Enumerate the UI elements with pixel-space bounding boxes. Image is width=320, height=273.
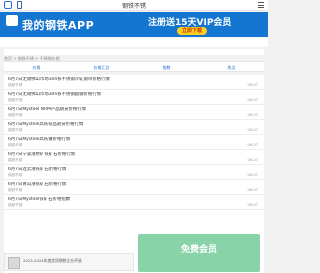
article-source: 钢铁不锈 <box>8 83 23 87</box>
tab-price-summary[interactable]: 价格汇总 <box>69 62 134 71</box>
article-source: 钢铁不锈 <box>8 173 23 177</box>
article-date: 06-07 <box>247 128 258 132</box>
tab-index[interactable]: 指数 <box>134 62 199 71</box>
list-item[interactable]: 6月7日青岛港铁矿石价格行情 钢铁不锈 06-07 <box>4 180 264 195</box>
article-source: 钢铁不锈 <box>8 158 23 162</box>
article-source: 钢铁不锈 <box>8 203 23 207</box>
article-source: 钢铁不锈 <box>8 188 23 192</box>
article-source: 钢铁不锈 <box>8 128 23 132</box>
watermark-text: 免费会员 <box>180 245 217 255</box>
article-date: 06-07 <box>247 158 258 162</box>
list-item[interactable]: 6月7日Mysteel高铁铁品期货价格行情 钢铁不锈 06-07 <box>4 120 264 135</box>
article-source: 钢铁不锈 <box>8 143 23 147</box>
banner-app-name: 我的钢铁APP <box>22 19 95 32</box>
ad-banner[interactable]: 2023-2024年度优质钢铁企业评选 <box>4 253 134 271</box>
list-item[interactable]: 6月7日连云港铁矿石价格行情 钢铁不锈 06-07 <box>4 165 264 180</box>
list-item[interactable]: 6月7日Mysteel铁矿石价格指数 钢铁不锈 06-07 <box>4 195 264 210</box>
page-title: 钢铁不锈 <box>121 3 146 10</box>
tab-price[interactable]: 价格 <box>4 62 69 71</box>
article-source: 钢铁不锈 <box>8 98 23 102</box>
list-item[interactable]: 6月7日无锡佛山市场304系不锈钢冷轧钢带价格行情 钢铁不锈 06-07 <box>4 75 264 90</box>
list-item[interactable]: 6月7日Mysteel NRM产品期货价格行情 钢铁不锈 06-07 <box>4 105 264 120</box>
sub-navigation: 不锈钢 钢材 原料 价格 更多 <box>0 38 268 54</box>
article-date: 06-07 <box>247 143 258 147</box>
article-date: 06-07 <box>247 188 258 192</box>
menu-icon[interactable] <box>258 2 264 8</box>
article-date: 06-07 <box>247 173 258 177</box>
article-date: 06-07 <box>247 113 258 117</box>
search-bar[interactable] <box>4 49 264 55</box>
download-button[interactable]: 立即下载 <box>177 27 207 35</box>
article-date: 06-07 <box>247 83 258 87</box>
list-item[interactable]: 6月7日无锡佛山市场304系不锈钢圆钢价格行情 钢铁不锈 06-07 <box>4 90 264 105</box>
ad-image <box>8 257 20 269</box>
app-download-banner[interactable]: 我的钢铁APP 注册送15天VIP会员 立即下载 <box>0 12 268 37</box>
article-date: 06-07 <box>247 203 258 207</box>
list-item[interactable]: 6月7日宁波港原矿铁矿石价格行情 钢铁不锈 06-07 <box>4 150 264 165</box>
category-tabs: 价格 价格汇总 指数 热点 <box>4 61 264 72</box>
tab-hot[interactable]: 热点 <box>199 62 264 71</box>
top-bar: 钢铁不锈 <box>0 0 268 11</box>
list-item[interactable]: 6月7日Mysteel高铁镍价格行情 钢铁不锈 06-07 <box>4 135 264 150</box>
app-logo-icon <box>6 15 18 26</box>
article-date: 06-07 <box>247 98 258 102</box>
article-source: 钢铁不锈 <box>8 113 23 117</box>
ad-text: 2023-2024年度优质钢铁企业评选 <box>23 258 82 263</box>
